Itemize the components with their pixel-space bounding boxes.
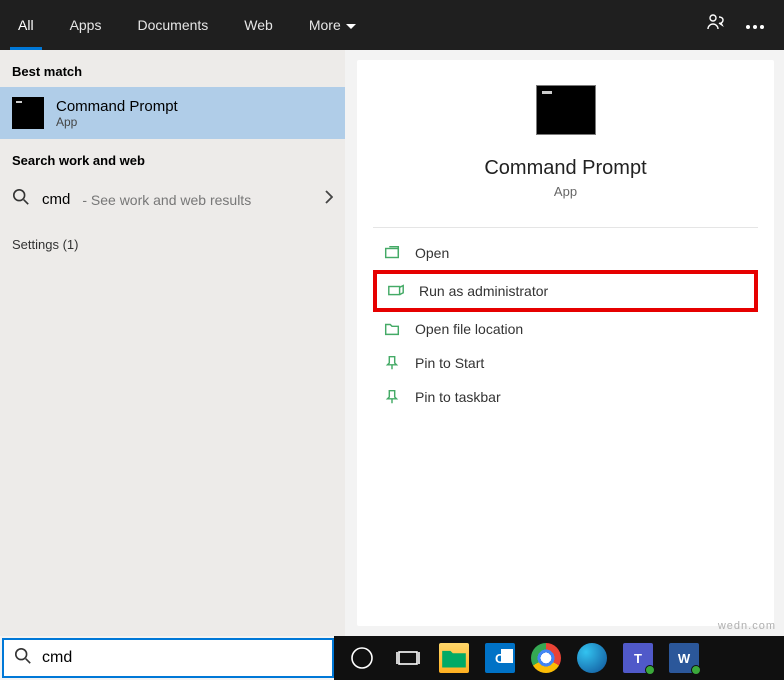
watermark: wedn.com (718, 620, 776, 632)
open-icon (383, 244, 401, 262)
action-pin-taskbar-label: Pin to taskbar (415, 389, 501, 405)
chevron-down-icon (346, 17, 356, 33)
taskbar-chrome[interactable] (526, 638, 566, 678)
web-search-query: cmd (42, 191, 70, 208)
web-search-hint: - See work and web results (82, 192, 251, 208)
action-pin-to-start[interactable]: Pin to Start (373, 346, 758, 380)
command-prompt-large-icon (536, 85, 596, 135)
preview-panel: Command Prompt App Open Run as administr… (357, 60, 774, 626)
action-pin-to-taskbar[interactable]: Pin to taskbar (373, 380, 758, 414)
action-open-location-label: Open file location (415, 321, 523, 337)
search-icon (14, 647, 32, 670)
tab-apps[interactable]: Apps (52, 0, 120, 50)
chevron-right-icon (325, 190, 333, 209)
section-search-work-web: Search work and web (0, 139, 345, 176)
search-icon (12, 188, 30, 211)
taskbar-edge[interactable] (572, 638, 612, 678)
tab-more[interactable]: More (291, 0, 374, 50)
folder-icon (383, 320, 401, 338)
taskbar-word[interactable]: W (664, 638, 704, 678)
search-box[interactable] (2, 638, 334, 678)
pin-taskbar-icon (383, 388, 401, 406)
action-run-as-administrator[interactable]: Run as administrator (373, 270, 758, 312)
preview-header: Command Prompt App (357, 60, 774, 199)
search-tabs-bar: All Apps Documents Web More (0, 0, 784, 50)
action-open-label: Open (415, 245, 449, 261)
result-command-prompt[interactable]: Command Prompt App (0, 87, 345, 139)
pin-start-icon (383, 354, 401, 372)
result-title: Command Prompt (56, 98, 178, 115)
feedback-icon[interactable] (706, 13, 726, 38)
preview-actions: Open Run as administrator Open file loca… (357, 228, 774, 414)
section-best-match: Best match (0, 50, 345, 87)
main-content: Best match Command Prompt App Search wor… (0, 50, 784, 636)
shield-icon (387, 282, 405, 300)
action-pin-start-label: Pin to Start (415, 355, 484, 371)
result-subtitle: App (56, 115, 178, 129)
task-view-icon[interactable] (388, 638, 428, 678)
result-text: Command Prompt App (56, 98, 178, 129)
search-tabs: All Apps Documents Web More (0, 0, 374, 50)
preview-subtitle: App (554, 184, 577, 199)
cortana-icon[interactable] (342, 638, 382, 678)
action-run-admin-label: Run as administrator (419, 283, 548, 299)
results-panel: Best match Command Prompt App Search wor… (0, 50, 345, 636)
preview-title: Command Prompt (484, 157, 646, 180)
tab-all[interactable]: All (0, 0, 52, 50)
footer: O T W (0, 636, 784, 680)
tab-more-label: More (309, 17, 341, 33)
topbar-right (706, 13, 774, 38)
taskbar-file-explorer[interactable] (434, 638, 474, 678)
web-search-cmd[interactable]: cmd - See work and web results (0, 176, 345, 223)
tab-web[interactable]: Web (226, 0, 291, 50)
section-settings[interactable]: Settings (1) (0, 223, 345, 260)
tab-documents[interactable]: Documents (119, 0, 226, 50)
taskbar: O T W (334, 636, 784, 680)
action-open-file-location[interactable]: Open file location (373, 312, 758, 346)
taskbar-outlook[interactable]: O (480, 638, 520, 678)
search-input[interactable] (42, 649, 322, 667)
action-open[interactable]: Open (373, 236, 758, 270)
command-prompt-icon (12, 97, 44, 129)
taskbar-teams[interactable]: T (618, 638, 658, 678)
more-options-icon[interactable] (746, 16, 764, 34)
